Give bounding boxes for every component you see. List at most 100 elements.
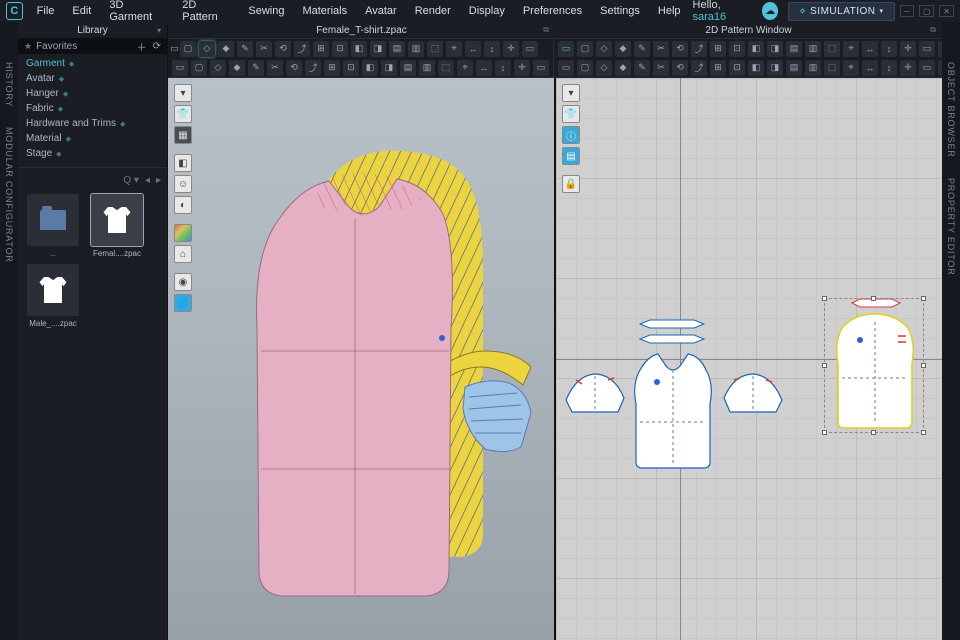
tool-btn[interactable]: ✛	[503, 41, 519, 57]
window-maximize[interactable]: ▢	[919, 5, 934, 17]
tool-btn[interactable]: ✛	[514, 60, 530, 76]
tool-btn[interactable]: ▥	[805, 60, 821, 76]
selection-box[interactable]	[824, 298, 924, 433]
refresh-icon[interactable]: ⟳	[153, 41, 161, 52]
tool-btn[interactable]: ⬚	[427, 41, 443, 57]
piece-sleeve-left[interactable]	[562, 370, 628, 416]
tool-btn[interactable]: ◧	[362, 60, 378, 76]
tool-btn[interactable]: ◨	[767, 60, 783, 76]
tool-btn[interactable]: ▥	[419, 60, 435, 76]
simulation-dropdown[interactable]: ⋄SIMULATION▾	[788, 2, 894, 21]
tool-btn[interactable]: ◧	[351, 41, 367, 57]
tool-btn[interactable]: ▢	[191, 60, 207, 76]
tab-3d-file[interactable]: Female_T-shirt.zpac⧉	[168, 22, 555, 38]
tool-btn[interactable]: ⬚	[824, 60, 840, 76]
tool-btn[interactable]: ⤴	[691, 60, 707, 76]
tool-btn[interactable]: ◨	[381, 60, 397, 76]
tool-btn[interactable]: ↕	[495, 60, 511, 76]
tool-btn[interactable]: ▤	[786, 41, 802, 57]
vt-avatar[interactable]: ☺	[174, 175, 192, 193]
tool-btn[interactable]: ⤴	[691, 41, 707, 57]
cloud-sync-icon[interactable]: ☁	[762, 2, 778, 20]
tool-btn[interactable]: ◧	[748, 41, 764, 57]
vt2-info[interactable]: ⓘ	[562, 126, 580, 144]
vt-camera[interactable]: ⌂	[174, 245, 192, 263]
tool-btn[interactable]: ◆	[615, 41, 631, 57]
nav-fwd-icon[interactable]: ▸	[156, 175, 161, 186]
tool-btn[interactable]: ⬚	[438, 60, 454, 76]
tool-btn[interactable]: ▭	[919, 60, 935, 76]
tool-btn[interactable]: ▭	[172, 41, 177, 57]
add-icon[interactable]: ＋	[137, 39, 147, 54]
window-close[interactable]: ✕	[939, 5, 954, 17]
vt-fit[interactable]: ◧	[174, 154, 192, 172]
tool-btn[interactable]: ↕	[881, 41, 897, 57]
menu-materials[interactable]: Materials	[294, 2, 355, 20]
tree-fabric[interactable]: Fabric ◆	[26, 103, 159, 114]
tool-btn[interactable]: ⌖	[457, 60, 473, 76]
tool-btn[interactable]: ◇	[199, 41, 215, 57]
menu-render[interactable]: Render	[407, 2, 459, 20]
tool-btn[interactable]: ◆	[229, 60, 245, 76]
vt-globe[interactable]: 🌐	[174, 294, 192, 312]
tab-2d-window[interactable]: 2D Pattern Window⧉	[555, 22, 942, 38]
window-minimize[interactable]: ─	[900, 5, 915, 17]
tool-btn[interactable]: ⊡	[729, 60, 745, 76]
tool-btn[interactable]: ▥	[805, 41, 821, 57]
tool-btn[interactable]: ✎	[634, 60, 650, 76]
tree-garment[interactable]: Garment ◆	[26, 58, 159, 69]
vt2-cursor[interactable]: ▾	[562, 84, 580, 102]
vt-stress-map[interactable]	[174, 224, 192, 242]
tool-btn[interactable]: ⊡	[343, 60, 359, 76]
tool-btn[interactable]: ⟲	[275, 41, 291, 57]
tool-btn[interactable]: ▭	[919, 41, 935, 57]
menu-edit[interactable]: Edit	[64, 2, 99, 20]
tool-btn[interactable]: ⬚	[824, 41, 840, 57]
tool-btn[interactable]: ▤	[786, 60, 802, 76]
tool-btn[interactable]: ↔	[862, 60, 878, 76]
vt-cursor[interactable]: ▾	[174, 84, 192, 102]
tool-btn[interactable]: ▤	[389, 41, 405, 57]
history-tab[interactable]: HISTORY	[2, 52, 16, 117]
tool-btn[interactable]: ◧	[748, 60, 764, 76]
tool-btn[interactable]: ⊞	[313, 41, 329, 57]
tool-btn[interactable]: ✂	[653, 41, 669, 57]
tool-btn[interactable]: ↔	[465, 41, 481, 57]
tool-btn[interactable]: ◆	[218, 41, 234, 57]
tool-btn[interactable]: ⊞	[710, 60, 726, 76]
piece-sleeve-right[interactable]	[720, 370, 786, 416]
vt2-garment[interactable]: 👕	[562, 105, 580, 123]
tree-avatar[interactable]: Avatar ◆	[26, 73, 159, 84]
tool-btn[interactable]: ◇	[596, 41, 612, 57]
tool-btn[interactable]: ⌖	[843, 60, 859, 76]
modular-tab[interactable]: MODULAR CONFIGURATOR	[2, 117, 16, 273]
popout-icon[interactable]: ⧉	[930, 25, 936, 35]
tool-btn[interactable]: ▢	[577, 41, 593, 57]
property-editor-tab[interactable]: PROPERTY EDITOR	[944, 168, 958, 286]
menu-settings[interactable]: Settings	[592, 2, 648, 20]
tool-btn[interactable]: ⊞	[710, 41, 726, 57]
tool-btn[interactable]: ▭	[172, 60, 188, 76]
tool-btn[interactable]: ↕	[484, 41, 500, 57]
thumb-Femalzpac[interactable]: Femal....zpac	[88, 194, 146, 258]
tool-btn[interactable]: ▭	[533, 60, 549, 76]
thumb-Male_zpac[interactable]: Male_....zpac	[24, 264, 82, 328]
vt-layer[interactable]: ▦	[174, 126, 192, 144]
tool-btn[interactable]: ⊞	[324, 60, 340, 76]
vt-surface[interactable]: ◐	[174, 196, 192, 214]
tool-btn[interactable]: ▭	[558, 41, 574, 57]
tree-hanger[interactable]: Hanger ◆	[26, 88, 159, 99]
vt2-sheet[interactable]: ▤	[562, 147, 580, 165]
thumb-[interactable]: ..	[24, 194, 82, 258]
menu-avatar[interactable]: Avatar	[357, 2, 405, 20]
vt-garment[interactable]: 👕	[174, 105, 192, 123]
popout-icon[interactable]: ⧉	[543, 25, 549, 35]
tree-material[interactable]: Material ◆	[26, 133, 159, 144]
tool-btn[interactable]: ▥	[408, 41, 424, 57]
tool-btn[interactable]: ✂	[256, 41, 272, 57]
viewport-2d[interactable]: ▾ 👕 ⓘ ▤ 🔒	[556, 78, 942, 640]
tool-btn[interactable]: ▭	[522, 41, 538, 57]
menu-preferences[interactable]: Preferences	[515, 2, 590, 20]
tool-btn[interactable]: ◇	[210, 60, 226, 76]
tool-btn[interactable]: ↔	[862, 41, 878, 57]
